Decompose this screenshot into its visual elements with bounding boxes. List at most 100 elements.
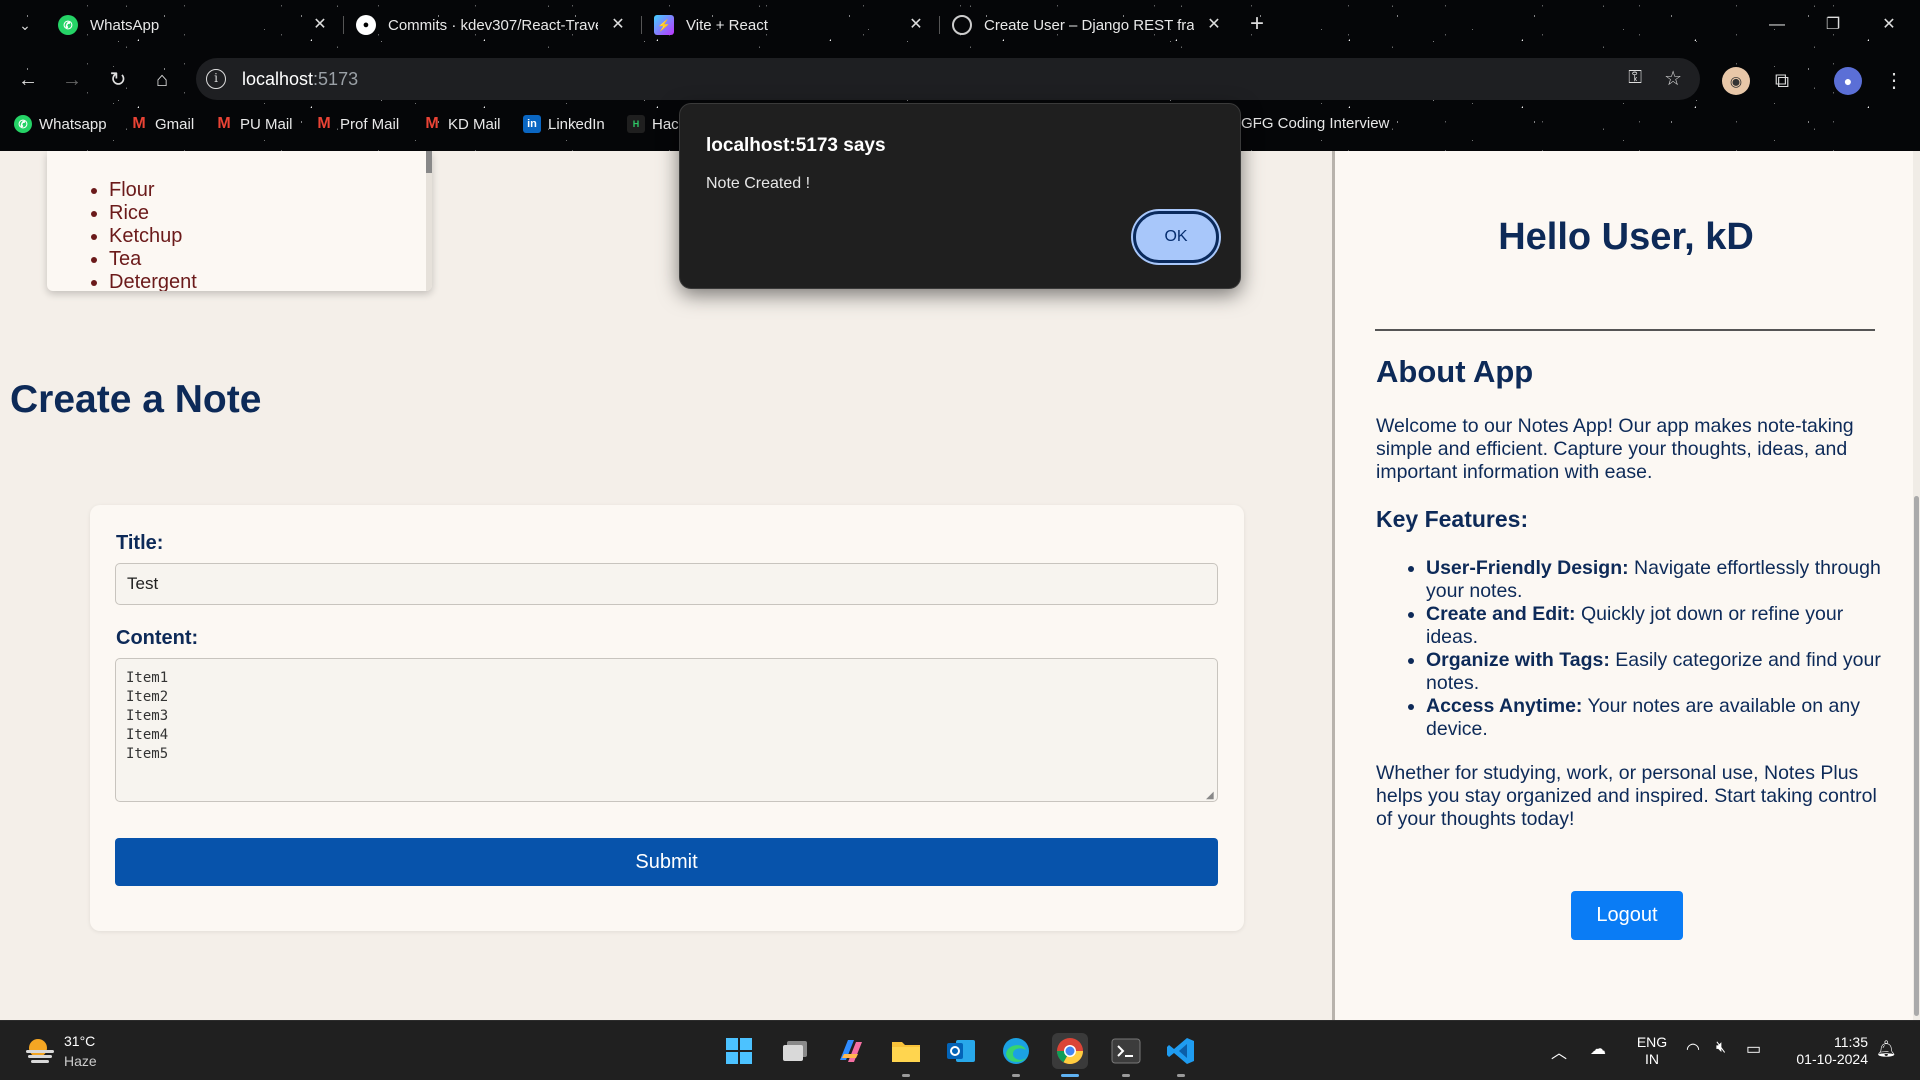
copilot-icon[interactable] bbox=[833, 1033, 869, 1069]
windows-taskbar: 31°C Haze ︿ ☁ ENG IN ◠ 🔇︎ ▭ 11:35 01-10-… bbox=[0, 1020, 1920, 1080]
tab-django-rest[interactable]: Create User – Django REST fram ✕ bbox=[952, 8, 1224, 42]
new-tab-icon[interactable]: + bbox=[1245, 12, 1269, 37]
tab-label: Vite + React bbox=[686, 16, 768, 34]
bookmark-label: Gmail bbox=[155, 115, 195, 133]
create-note-heading: Create a Note bbox=[10, 378, 262, 421]
restore-icon[interactable]: ❐ bbox=[1820, 12, 1846, 38]
features-list: User-Friendly Design: Navigate effortles… bbox=[1426, 557, 1886, 741]
site-info-icon[interactable]: i bbox=[206, 69, 226, 89]
edge-icon[interactable] bbox=[998, 1033, 1034, 1077]
navigation-row: ← → ↻ ⌂ i localhost:5173 ⚿ ☆ ◉ ⧉ ● ⋮ bbox=[0, 58, 1920, 102]
close-window-icon[interactable]: ✕ bbox=[1876, 12, 1902, 38]
bookmark-prof-mail[interactable]: M Prof Mail bbox=[315, 115, 399, 133]
extensions-puzzle-icon[interactable]: ⧉ bbox=[1768, 67, 1796, 95]
tab-search-chevron-icon[interactable]: ⌄ bbox=[12, 12, 38, 38]
note-preview-card[interactable]: Flour Rice Ketchup Tea Detergent bbox=[47, 151, 432, 291]
home-icon[interactable]: ⌂ bbox=[148, 66, 176, 94]
file-explorer-icon[interactable] bbox=[888, 1033, 924, 1077]
url-host: localhost bbox=[242, 69, 314, 89]
sidebar: Hello User, kD About App Welcome to our … bbox=[1332, 151, 1920, 1020]
bookmark-hackerrank[interactable]: H Hac bbox=[627, 115, 679, 133]
page-scrollbar[interactable] bbox=[1913, 151, 1920, 1020]
folder-icon bbox=[892, 1042, 920, 1062]
bookmark-label: PU Mail bbox=[240, 115, 293, 133]
windows-logo-icon bbox=[726, 1038, 752, 1064]
reload-icon[interactable]: ↻ bbox=[104, 66, 132, 94]
scrollbar-thumb[interactable] bbox=[426, 151, 432, 173]
vscode-glyph-icon bbox=[1167, 1038, 1194, 1064]
onedrive-offline-icon[interactable]: ☁ bbox=[1590, 1039, 1606, 1059]
close-tab-icon[interactable]: ✕ bbox=[310, 15, 330, 35]
bookmark-star-icon[interactable]: ☆ bbox=[1664, 66, 1682, 91]
linkedin-icon: in bbox=[523, 115, 541, 133]
resize-grip-icon[interactable]: ◢ bbox=[1206, 791, 1216, 801]
title-input[interactable] bbox=[115, 563, 1218, 605]
bookmark-linkedin[interactable]: in LinkedIn bbox=[523, 115, 605, 133]
scrollbar-thumb[interactable] bbox=[1914, 496, 1919, 1016]
note-scrollbar[interactable] bbox=[426, 151, 432, 291]
vite-icon: ⚡ bbox=[654, 15, 674, 35]
tab-vite-react[interactable]: ⚡ Vite + React ✕ bbox=[654, 8, 926, 42]
content-textarea[interactable]: Item1 Item2 Item3 Item4 Item5 bbox=[115, 658, 1218, 802]
bookmark-gmail[interactable]: M Gmail bbox=[130, 115, 194, 133]
task-view-icon[interactable] bbox=[777, 1033, 813, 1069]
close-tab-icon[interactable]: ✕ bbox=[1204, 15, 1224, 35]
running-indicator bbox=[1061, 1074, 1079, 1077]
outlook-icon[interactable] bbox=[943, 1033, 979, 1069]
note-item-list: Flour Rice Ketchup Tea Detergent bbox=[109, 179, 197, 291]
wifi-icon[interactable]: ◠ bbox=[1686, 1039, 1700, 1059]
start-windows-icon[interactable] bbox=[721, 1033, 757, 1069]
outlook-glyph-icon bbox=[947, 1040, 975, 1062]
list-item: Rice bbox=[109, 202, 197, 225]
language-indicator[interactable]: ENG IN bbox=[1634, 1034, 1670, 1068]
create-note-form: Title: Content: Item1 Item2 Item3 Item4 … bbox=[90, 505, 1244, 931]
github-icon: ● bbox=[356, 15, 376, 35]
list-item: Tea bbox=[109, 248, 197, 271]
divider bbox=[1375, 329, 1875, 331]
list-item: Ketchup bbox=[109, 225, 197, 248]
address-bar[interactable]: i localhost:5173 ⚿ ☆ bbox=[196, 58, 1700, 100]
weather-description[interactable]: Haze bbox=[64, 1053, 97, 1069]
bookmark-whatsapp[interactable]: ✆ Whatsapp bbox=[14, 115, 107, 133]
close-tab-icon[interactable]: ✕ bbox=[906, 15, 926, 35]
bookmark-gfg[interactable]: GFG Coding Interview bbox=[1241, 115, 1389, 132]
weather-temperature[interactable]: 31°C bbox=[64, 1033, 95, 1049]
vscode-icon[interactable] bbox=[1163, 1033, 1199, 1077]
extension-avatar-icon[interactable]: ◉ bbox=[1722, 67, 1750, 95]
url-text[interactable]: localhost:5173 bbox=[242, 69, 358, 90]
tab-label: Commits · kdev307/React-Trave bbox=[388, 16, 598, 34]
about-text: Welcome to our Notes App! Our app makes … bbox=[1376, 415, 1854, 483]
minimize-icon[interactable]: — bbox=[1764, 12, 1790, 38]
running-indicator bbox=[1012, 1074, 1020, 1077]
notification-bell-icon[interactable]: 🔔︎ bbox=[1876, 1039, 1896, 1059]
tab-label: Create User – Django REST fram bbox=[984, 16, 1194, 34]
whatsapp-icon: ✆ bbox=[58, 15, 78, 35]
tab-separator bbox=[343, 16, 344, 34]
tab-whatsapp[interactable]: ✆ WhatsApp ✕ bbox=[58, 8, 330, 42]
running-indicator bbox=[1122, 1074, 1130, 1077]
terminal-glyph-icon bbox=[1111, 1038, 1141, 1064]
password-key-icon[interactable]: ⚿ bbox=[1628, 67, 1642, 88]
submit-button[interactable]: Submit bbox=[115, 838, 1218, 886]
menu-kebab-icon[interactable]: ⋮ bbox=[1880, 67, 1908, 95]
bookmark-kd-mail[interactable]: M KD Mail bbox=[423, 115, 501, 133]
speaker-muted-icon[interactable]: 🔇︎ bbox=[1716, 1039, 1726, 1057]
battery-icon[interactable]: ▭ bbox=[1746, 1039, 1761, 1059]
bookmark-label: Prof Mail bbox=[340, 115, 400, 133]
system-clock[interactable]: 11:35 01-10-2024 bbox=[1786, 1034, 1868, 1068]
show-hidden-icons-chevron-icon[interactable]: ︿ bbox=[1551, 1039, 1567, 1063]
profile-avatar-icon[interactable]: ● bbox=[1834, 67, 1862, 95]
alert-title: localhost:5173 says bbox=[706, 135, 886, 156]
forward-arrow-icon[interactable]: → bbox=[58, 66, 86, 94]
close-tab-icon[interactable]: ✕ bbox=[608, 15, 628, 35]
logout-button[interactable]: Logout bbox=[1571, 891, 1683, 940]
ok-button[interactable]: OK bbox=[1133, 211, 1219, 263]
terminal-icon[interactable] bbox=[1108, 1033, 1144, 1077]
bookmark-pu-mail[interactable]: M PU Mail bbox=[215, 115, 293, 133]
chrome-icon[interactable] bbox=[1052, 1033, 1088, 1077]
globe-icon bbox=[952, 15, 972, 35]
tab-github-commits[interactable]: ● Commits · kdev307/React-Trave ✕ bbox=[356, 8, 628, 42]
back-arrow-icon[interactable]: ← bbox=[14, 66, 42, 94]
weather-haze-icon[interactable] bbox=[24, 1036, 56, 1066]
bookmark-label: KD Mail bbox=[448, 115, 501, 133]
